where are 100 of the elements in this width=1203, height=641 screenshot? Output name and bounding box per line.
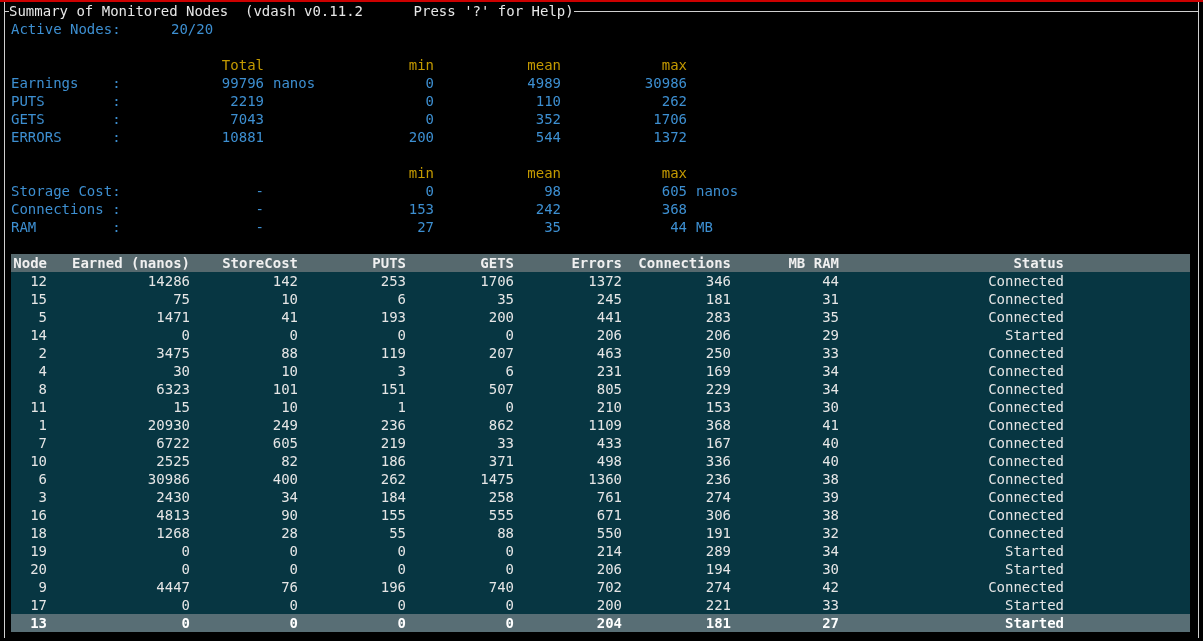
table-cell-text: 16: [29, 506, 47, 524]
table-cell-text: 0: [180, 560, 190, 578]
table-cell-text: 155: [379, 506, 406, 524]
column-heading: min: [408, 56, 434, 74]
table-row[interactable]: 2 3475 88 119 207 463 250 33 Connected: [11, 344, 1190, 362]
column-header: Errors: [570, 254, 622, 272]
table-cell-text: 433: [595, 434, 622, 452]
table-row[interactable]: 9 4447 76 196 740 702 274 42 Connected: [11, 578, 1190, 596]
table-cell-text: 88: [496, 524, 514, 542]
table-cell-text: 181: [704, 614, 731, 632]
table-row[interactable]: 10 2525 82 186 371 498 336 40 Connected: [11, 452, 1190, 470]
table-cell-text: 19: [29, 542, 47, 560]
table-cell-text: Connected: [987, 272, 1064, 290]
table-row[interactable]: 3 2430 34 184 258 761 274 39 Connected: [11, 488, 1190, 506]
table-cell-text: 0: [288, 326, 298, 344]
table-cell-text: 8: [37, 380, 47, 398]
table-cell-text: 17: [29, 596, 47, 614]
table-cell-text: 441: [595, 308, 622, 326]
table-cell-text: 550: [595, 524, 622, 542]
stat-label: RAM :: [11, 219, 121, 235]
table-cell-text: 3: [37, 488, 47, 506]
table-row[interactable]: 5 1471 41 193 200 441 283 35 Connected: [11, 308, 1190, 326]
table-cell-text: 274: [704, 488, 731, 506]
table-cell-text: Connected: [987, 362, 1064, 380]
table-cell-text: 14: [29, 326, 47, 344]
table-cell-text: 184: [379, 488, 406, 506]
column-header: StoreCost: [221, 254, 298, 272]
table-cell-text: 1268: [155, 524, 190, 542]
table-cell-text: 0: [288, 614, 298, 632]
table-cell-text: 0: [396, 542, 406, 560]
table-row[interactable]: 15 75 10 6 35 245 181 31 Connected: [11, 290, 1190, 308]
table-cell-text: 0: [504, 614, 514, 632]
table-cell-text: Started: [1004, 560, 1064, 578]
table-cell-text: 498: [595, 452, 622, 470]
table-cell-text: 0: [504, 542, 514, 560]
table-row[interactable]: 17 0 0 0 0 200 221 33 Started: [11, 596, 1190, 614]
table-row[interactable]: 4 30 10 3 6 231 169 34 Connected: [11, 362, 1190, 380]
stat-value: 110: [535, 92, 561, 110]
table-cell-text: 35: [496, 290, 514, 308]
table-cell-text: Connected: [987, 290, 1064, 308]
table-row[interactable]: 12 14286 142 253 1706 1372 346 44 Connected: [11, 272, 1190, 290]
table-cell-text: 18: [29, 524, 47, 542]
table-cell-text: 231: [595, 362, 622, 380]
table-cell-text: 0: [504, 326, 514, 344]
table-cell-text: 34: [821, 362, 839, 380]
stat-value: 200: [408, 128, 434, 146]
table-cell-text: 3: [396, 362, 406, 380]
table-cell-text: 204: [595, 614, 622, 632]
table-cell-text: 0: [180, 596, 190, 614]
table-cell-text: 38: [821, 506, 839, 524]
table-cell-text: 0: [180, 326, 190, 344]
table-cell-text: 75: [172, 290, 190, 308]
column-header: Node: [12, 254, 47, 272]
table-row[interactable]: 1 20930 249 236 862 1109 368 41 Connected: [11, 416, 1190, 434]
table-cell-text: 10: [280, 398, 298, 416]
table-row[interactable]: 16 4813 90 155 555 671 306 38 Connected: [11, 506, 1190, 524]
table-cell-text: 167: [704, 434, 731, 452]
table-cell-text: 0: [180, 542, 190, 560]
table-cell-text: Connected: [987, 524, 1064, 542]
table-cell-text: 76: [280, 578, 298, 596]
stat-value: 35: [544, 218, 561, 236]
table-cell-text: 0: [504, 596, 514, 614]
table-cell-text: 4447: [155, 578, 190, 596]
table-cell-text: Started: [1004, 596, 1064, 614]
table-cell-text: 33: [821, 344, 839, 362]
table-cell-text: 30986: [146, 470, 190, 488]
table-cell-text: 306: [704, 506, 731, 524]
table-cell-text: 671: [595, 506, 622, 524]
table-cell-text: 2430: [155, 488, 190, 506]
table-row[interactable]: 8 6323 101 151 507 805 229 34 Connected: [11, 380, 1190, 398]
table-row[interactable]: 14 0 0 0 0 206 206 29 Started: [11, 326, 1190, 344]
table-cell-text: 346: [704, 272, 731, 290]
table-row[interactable]: 19 0 0 0 0 214 289 34 Started: [11, 542, 1190, 560]
stat-value: 242: [535, 200, 561, 218]
table-row[interactable]: 13 0 0 0 0 204 181 27 Started: [11, 614, 1190, 632]
table-cell-text: 207: [487, 344, 514, 362]
table-cell-text: 4813: [155, 506, 190, 524]
column-header: PUTS: [371, 254, 406, 272]
table-cell-text: 221: [704, 596, 731, 614]
table-cell-text: 90: [280, 506, 298, 524]
column-header: MB RAM: [787, 254, 839, 272]
table-row[interactable]: 18 1268 28 55 88 550 191 32 Connected: [11, 524, 1190, 542]
stat-label: GETS :: [11, 111, 121, 127]
stat-value: 352: [535, 110, 561, 128]
table-cell-text: 6323: [155, 380, 190, 398]
table-row[interactable]: 20 0 0 0 0 206 194 30 Started: [11, 560, 1190, 578]
table-cell-text: 0: [396, 596, 406, 614]
table-row[interactable]: 7 6722 605 219 33 433 167 40 Connected: [11, 434, 1190, 452]
column-heading: mean: [527, 164, 561, 182]
table-cell-text: 11: [29, 398, 47, 416]
table-cell-text: 3475: [155, 344, 190, 362]
table-cell-text: 142: [271, 272, 298, 290]
table-cell-text: 34: [280, 488, 298, 506]
stat-label: Storage Cost:: [11, 183, 121, 199]
table-cell-text: Connected: [987, 488, 1064, 506]
table-cell-text: 1706: [479, 272, 514, 290]
table-row[interactable]: 11 15 10 1 0 210 153 30 Connected: [11, 398, 1190, 416]
stat-value: 27: [417, 218, 434, 236]
table-cell-text: Connected: [987, 506, 1064, 524]
table-row[interactable]: 6 30986 400 262 1475 1360 236 38 Connected: [11, 470, 1190, 488]
